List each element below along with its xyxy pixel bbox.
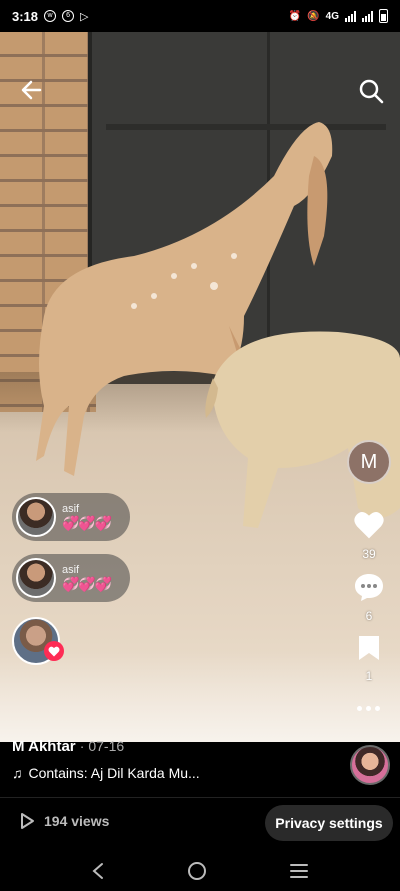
comment-bubble: asif 💞💞💞: [12, 554, 130, 602]
nav-back-icon[interactable]: [91, 862, 105, 880]
like-count: 39: [362, 547, 376, 561]
more-options-icon[interactable]: [357, 706, 380, 711]
video-player[interactable]: asif 💞💞💞 asif 💞💞💞: [0, 32, 400, 742]
views-stat: 194 views: [18, 812, 109, 830]
status-time: 3:18: [12, 8, 39, 24]
system-nav-bar: [0, 850, 400, 891]
comment-bubble: asif 💞💞💞: [12, 493, 130, 541]
views-count: 194 views: [44, 813, 110, 829]
alarm-icon: ⏰: [288, 10, 302, 22]
author-name[interactable]: M Akhtar: [12, 738, 76, 755]
battery-icon: [379, 9, 388, 23]
divider: [0, 797, 400, 798]
comment-count: 6: [365, 609, 373, 623]
music-info[interactable]: ♫ Contains: Aj Dil Karda Mu...: [12, 765, 200, 781]
avatar: [16, 558, 56, 598]
comment-text: 💞💞💞: [62, 514, 112, 531]
creator-initial: M: [360, 450, 378, 473]
play-icon: [21, 813, 34, 829]
like-button[interactable]: 39: [347, 510, 391, 561]
save-count: 1: [365, 669, 373, 683]
commenter-name: asif: [62, 563, 80, 576]
author-line[interactable]: M Akhtar · 07-16: [12, 738, 124, 755]
play-store-icon: ▷: [80, 10, 89, 23]
search-icon[interactable]: [358, 78, 384, 104]
signal-icon-2: [362, 10, 373, 22]
comment-icon: [355, 574, 383, 601]
creator-avatar[interactable]: M: [347, 440, 391, 484]
privacy-settings-button[interactable]: Privacy settings: [265, 805, 393, 841]
comment-button[interactable]: 6: [347, 572, 391, 623]
post-date: · 07-16: [79, 738, 125, 754]
avatar: [16, 497, 56, 537]
whatsapp-icon: w: [44, 10, 57, 22]
network-type: 4G: [325, 10, 339, 22]
nav-home-icon[interactable]: [187, 861, 207, 881]
comment-text: 💞💞💞: [62, 575, 112, 592]
notification-icon: 6: [62, 10, 75, 22]
heart-badge-icon: [44, 641, 64, 661]
back-arrow-icon[interactable]: [18, 76, 46, 104]
signal-icon: [345, 10, 356, 22]
status-bar: 3:18 w 6 ▷ ⏰ 🔕 4G: [0, 0, 400, 32]
music-note-icon: ♫: [12, 765, 23, 781]
heart-icon: [354, 511, 384, 539]
music-title: Contains: Aj Dil Karda Mu...: [28, 765, 200, 781]
bookmark-icon: [359, 636, 379, 660]
mute-icon: 🔕: [307, 10, 320, 22]
music-disc-avatar[interactable]: [350, 745, 390, 785]
save-button[interactable]: 1: [347, 634, 391, 683]
nav-recents-icon[interactable]: [289, 863, 309, 879]
commenter-name: asif: [62, 502, 80, 515]
